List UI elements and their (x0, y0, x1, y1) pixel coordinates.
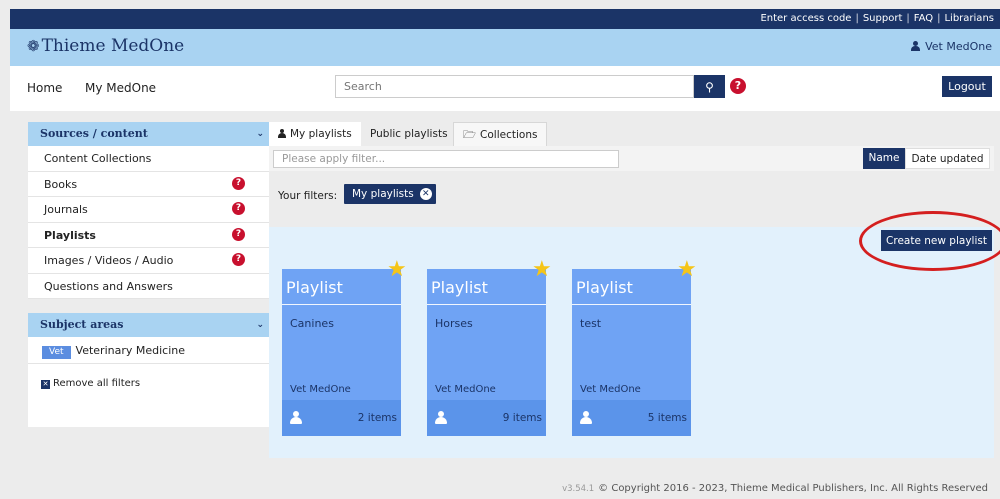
sidebar-item-books[interactable]: Books? (28, 172, 270, 197)
sidebar-item-content-collections[interactable]: Content Collections (28, 146, 270, 172)
filter-input[interactable]: Please apply filter... (273, 150, 619, 168)
help-icon[interactable]: ? (232, 227, 245, 241)
version-label: v3.54.1 (562, 484, 595, 494)
copyright-text: © Copyright 2016 - 2023, Thieme Medical … (598, 483, 988, 494)
item-count: 5 items (647, 412, 687, 424)
nav-home-link[interactable]: Home (27, 81, 62, 95)
filter-chip-my-playlists[interactable]: My playlists ✕ (344, 184, 436, 204)
help-icon[interactable]: ? (232, 253, 245, 266)
thieme-logo[interactable]: ❁ Thieme MedOne (27, 36, 184, 56)
user-icon (278, 129, 286, 138)
support-link[interactable]: Support (863, 13, 903, 24)
sidebar-item-images-videos-audio[interactable]: Images / Videos / Audio? (28, 248, 270, 274)
sources-content-header[interactable]: Sources / content ⌄ (28, 122, 270, 146)
user-icon (911, 41, 921, 51)
tab-public-playlists[interactable]: Public playlists (361, 122, 457, 146)
brand-bar: ❁ Thieme MedOne Vet MedOne (10, 29, 1000, 66)
close-icon[interactable]: ✕ (419, 188, 432, 200)
chevron-down-icon: ⌄ (256, 129, 264, 139)
subject-veterinary-medicine[interactable]: Vet Veterinary Medicine (28, 337, 270, 364)
chevron-down-icon: ⌄ (256, 320, 264, 330)
playlist-card[interactable]: ★ Playlist Horses Vet MedOne 9 items (427, 259, 552, 436)
subject-areas-header[interactable]: Subject areas ⌄ (28, 313, 270, 337)
main-nav: Home My MedOne ⚲ ? Logout (10, 66, 1000, 111)
search-input[interactable] (335, 75, 694, 98)
playlist-card[interactable]: ★ Playlist test Vet MedOne 5 items (572, 259, 697, 436)
main-panel: My playlists Public playlists 🗁 Collectio… (269, 122, 1000, 458)
logout-button[interactable]: Logout (942, 76, 992, 97)
playlist-name: Horses (435, 317, 473, 330)
playlist-tabs: My playlists Public playlists 🗁 Collectio… (269, 122, 994, 146)
playlist-owner: Vet MedOne (290, 384, 351, 395)
star-icon[interactable]: ★ (532, 259, 552, 281)
help-icon[interactable]: ? (232, 202, 245, 215)
tab-collections[interactable]: 🗁 Collections (453, 122, 548, 146)
sort-by-date-button[interactable]: Date updated (905, 148, 990, 169)
filters-label: Your filters: (278, 190, 338, 202)
create-new-playlist-button[interactable]: Create new playlist (881, 230, 992, 251)
user-menu[interactable]: Vet MedOne (911, 40, 992, 53)
close-icon: ✕ (41, 380, 50, 389)
enter-access-code-link[interactable]: Enter access code (760, 13, 851, 24)
utility-bar: Enter access code | Support | FAQ | Librarians (10, 9, 1000, 29)
sort-by-name-button[interactable]: Name (863, 148, 905, 169)
help-icon[interactable]: ? (232, 176, 245, 190)
search-icon: ⚲ (705, 79, 714, 94)
item-count: 2 items (357, 412, 397, 424)
star-icon[interactable]: ★ (387, 259, 407, 281)
help-icon[interactable]: ? (730, 78, 746, 94)
sidebar-item-journals[interactable]: Journals? (28, 197, 270, 223)
filter-bar: Please apply filter... Name Date updated (269, 146, 994, 171)
user-icon (435, 411, 447, 424)
footer: v3.54.1 © Copyright 2016 - 2023, Thieme M… (10, 479, 1000, 499)
user-icon (580, 411, 592, 424)
playlist-name: test (580, 317, 602, 330)
vet-badge: Vet (42, 346, 71, 359)
search-bar: ⚲ ? (335, 75, 746, 98)
item-count: 9 items (502, 412, 542, 424)
librarians-link[interactable]: Librarians (944, 13, 994, 24)
remove-all-filters-link[interactable]: ✕ Remove all filters (28, 364, 270, 389)
sidebar-item-playlists[interactable]: Playlists? (28, 223, 270, 248)
user-icon (290, 411, 302, 424)
playlist-owner: Vet MedOne (435, 384, 496, 395)
folder-open-icon: 🗁 (463, 129, 477, 141)
playlist-card[interactable]: ★ Playlist Canines Vet MedOne 2 items (282, 259, 407, 436)
star-icon[interactable]: ★ (677, 259, 697, 281)
tab-my-playlists[interactable]: My playlists (269, 122, 361, 146)
faq-link[interactable]: FAQ (914, 13, 933, 24)
search-button[interactable]: ⚲ (694, 75, 725, 98)
thieme-flower-icon: ❁ (27, 37, 40, 55)
playlist-owner: Vet MedOne (580, 384, 641, 395)
nav-my-medone-link[interactable]: My MedOne (85, 81, 156, 95)
sidebar: Sources / content ⌄ Content Collections B… (28, 122, 270, 427)
playlist-name: Canines (290, 317, 334, 330)
sidebar-item-questions-answers[interactable]: Questions and Answers (28, 274, 270, 299)
